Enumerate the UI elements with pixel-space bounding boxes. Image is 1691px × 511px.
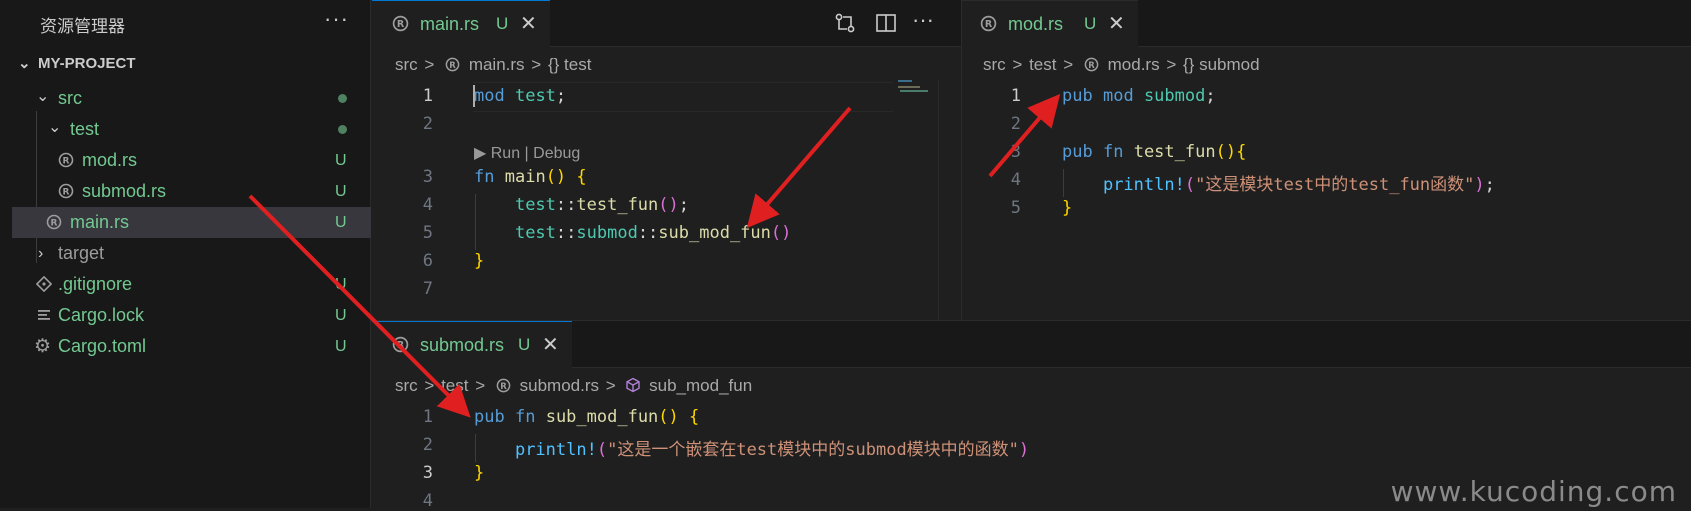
arrow-to-submod-fn [248,194,471,418]
watermark: www.kucoding.com [1390,475,1677,508]
annotation-arrows [248,93,1061,418]
arrow-to-pub-mod-submod [988,93,1061,178]
arrow-to-sub-mod-fun-call [746,106,852,229]
